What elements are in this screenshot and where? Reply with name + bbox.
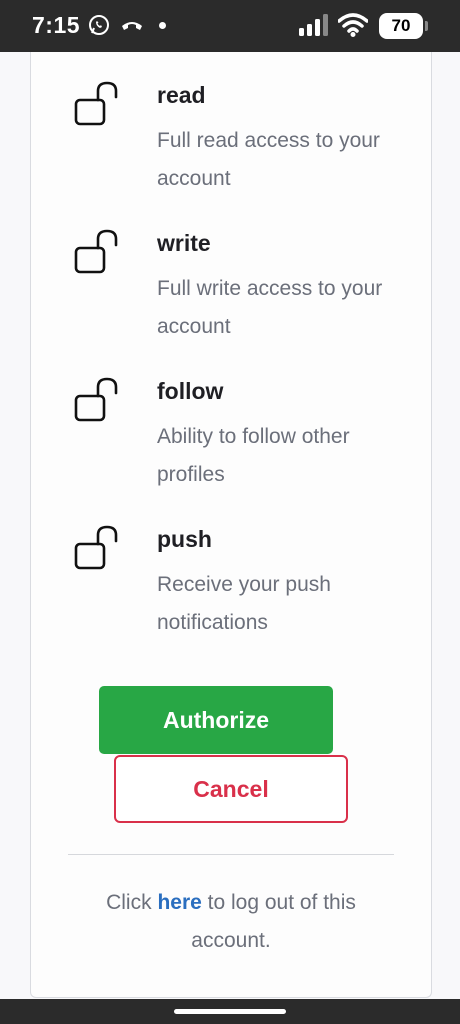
scope-item-read: read Full read access to your account: [31, 52, 433, 190]
logout-link[interactable]: here: [157, 891, 201, 914]
battery-indicator: 70: [379, 13, 423, 39]
scope-item-push: push Receive your push notifications: [31, 496, 433, 634]
status-time: 7:15: [32, 12, 81, 38]
scope-item-write: write Full write access to your account: [31, 200, 433, 338]
cellular-signal-icon: [298, 14, 328, 41]
scope-name: follow: [157, 378, 224, 404]
scope-name: read: [157, 82, 206, 108]
unlocked-padlock-icon: [73, 80, 121, 135]
wifi-icon: [337, 13, 369, 42]
home-bar-area: [0, 999, 460, 1024]
scope-name: push: [157, 526, 212, 552]
logout-prefix: Click: [106, 891, 158, 914]
scope-description: Full write access to your account: [157, 277, 383, 338]
unlocked-padlock-icon: [73, 376, 121, 431]
authorization-card: read Full read access to your account wr…: [30, 52, 432, 998]
authorize-button[interactable]: Authorize: [99, 686, 333, 754]
logout-message: Click here to log out of this account.: [71, 884, 391, 960]
home-indicator[interactable]: [174, 1009, 286, 1014]
logout-suffix: to log out of this account.: [191, 891, 356, 952]
cancel-button[interactable]: Cancel: [114, 755, 348, 823]
scope-description: Full read access to your account: [157, 129, 380, 190]
scope-item-follow: follow Ability to follow other profiles: [31, 348, 433, 486]
scope-description: Ability to follow other profiles: [157, 425, 350, 486]
unlocked-padlock-icon: [73, 228, 121, 283]
authorization-page: read Full read access to your account wr…: [0, 52, 460, 999]
unlocked-padlock-icon: [73, 524, 121, 579]
notification-dot-icon: [159, 22, 166, 29]
battery-cap: [425, 21, 428, 31]
scope-name: write: [157, 230, 211, 256]
status-bar: 7:15 70: [0, 0, 460, 52]
scope-description: Receive your push notifications: [157, 573, 331, 634]
divider: [68, 854, 394, 855]
phone-icon: [120, 17, 144, 38]
whatsapp-icon: [88, 14, 110, 41]
